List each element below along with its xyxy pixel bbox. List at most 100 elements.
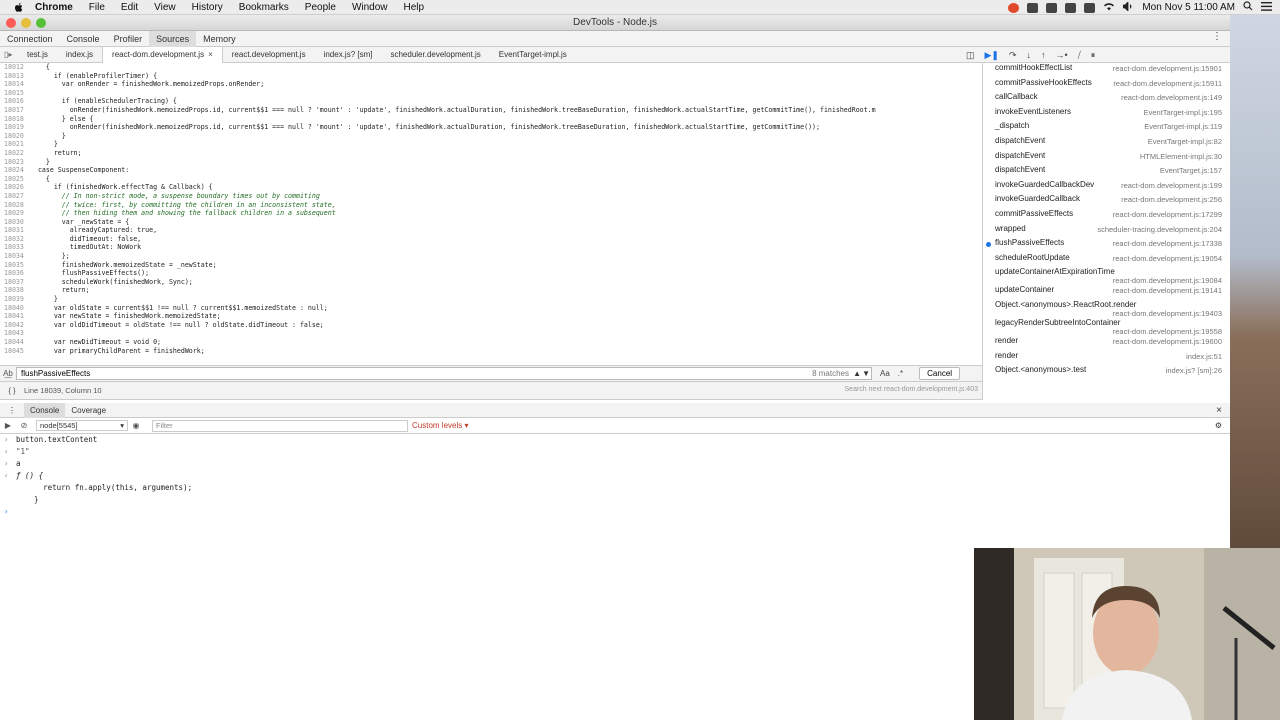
menu-view[interactable]: View [154, 2, 176, 13]
call-frame[interactable]: render react-dom.development.js:19600 [983, 336, 1230, 351]
call-frame[interactable]: callCallback react-dom.development.js:149 [983, 92, 1230, 107]
line-number[interactable]: 18016 [0, 97, 30, 106]
file-tab[interactable]: scheduler.development.js [381, 50, 489, 59]
line-number[interactable]: 18043 [0, 329, 30, 338]
line-number[interactable]: 18033 [0, 243, 30, 252]
line-number[interactable]: 18039 [0, 295, 30, 304]
line-number[interactable]: 18022 [0, 149, 30, 158]
close-window-button[interactable] [6, 18, 16, 28]
frame-location[interactable]: EventTarget-impl.js:82 [1148, 137, 1222, 146]
line-number[interactable]: 18041 [0, 312, 30, 321]
navigator-toggle-icon[interactable]: ▯▸ [4, 50, 18, 59]
frame-location[interactable]: react-dom.development.js:256 [1121, 195, 1222, 204]
file-tab[interactable]: index.js [57, 50, 102, 59]
call-frame[interactable]: Object.<anonymous>.ReactRoot.render react… [983, 300, 1230, 318]
step-icon[interactable]: →• [1056, 50, 1068, 60]
menu-window[interactable]: Window [352, 2, 388, 13]
frame-location[interactable]: react-dom.development.js:19141 [1113, 286, 1222, 295]
menu-people[interactable]: People [305, 2, 336, 13]
frame-location[interactable]: react-dom.development.js:19600 [1113, 337, 1222, 346]
line-number[interactable]: 18020 [0, 132, 30, 141]
call-frame[interactable]: render index.js:51 [983, 351, 1230, 366]
line-number[interactable]: 18034 [0, 252, 30, 261]
tab-console[interactable]: Console [60, 31, 107, 47]
menu-help[interactable]: Help [404, 2, 425, 13]
line-number[interactable]: 18042 [0, 321, 30, 330]
line-number[interactable]: 18012 [0, 63, 30, 72]
deactivate-breakpoints-icon[interactable]: ⧸ [1078, 50, 1081, 61]
line-number[interactable]: 18015 [0, 89, 30, 98]
call-frame[interactable]: wrapped scheduler-tracing.development.js:… [983, 224, 1230, 239]
frame-location[interactable]: EventTarget.js:157 [1160, 166, 1222, 175]
file-tab[interactable]: EventTarget-impl.js [490, 50, 576, 59]
window-titlebar[interactable]: DevTools - Node.js [0, 15, 1230, 31]
frame-location[interactable]: react-dom.development.js:15911 [1113, 79, 1222, 88]
apple-icon[interactable] [13, 1, 25, 13]
line-number[interactable]: 18035 [0, 261, 30, 270]
clock[interactable]: Mon Nov 5 11:00 AM [1142, 2, 1235, 13]
line-number[interactable]: 18026 [0, 183, 30, 192]
frame-location[interactable]: EventTarget-impl.js:119 [1144, 122, 1222, 131]
file-tab[interactable]: index.js? [sm] [315, 50, 382, 59]
line-number[interactable]: 18037 [0, 278, 30, 287]
frame-location[interactable]: react-dom.development.js:17299 [1113, 210, 1222, 219]
console-sidebar-icon[interactable]: ▶ [0, 421, 16, 430]
menu-edit[interactable]: Edit [121, 2, 138, 13]
line-number[interactable]: 18038 [0, 286, 30, 295]
call-frame[interactable]: scheduleRootUpdate react-dom.development.… [983, 253, 1230, 268]
line-number[interactable]: 18019 [0, 123, 30, 132]
close-tab-icon[interactable]: × [208, 50, 213, 59]
menu-history[interactable]: History [192, 2, 223, 13]
line-number[interactable]: 18028 [0, 201, 30, 210]
frame-location[interactable]: react-dom.development.js:19403 [995, 309, 1226, 318]
call-frame[interactable]: dispatchEvent HTMLElement-impl.js:30 [983, 151, 1230, 166]
step-over-icon[interactable]: ↷ [1009, 50, 1017, 61]
line-number[interactable]: 18013 [0, 72, 30, 81]
call-frame[interactable]: commitPassiveEffects react-dom.developmen… [983, 209, 1230, 224]
wifi-icon[interactable] [1103, 2, 1115, 14]
frame-location[interactable]: index.js? [sm]:26 [1166, 366, 1222, 375]
line-number[interactable]: 18017 [0, 106, 30, 115]
line-number[interactable]: 18030 [0, 218, 30, 227]
call-frame[interactable]: _dispatch EventTarget-impl.js:119 [983, 121, 1230, 136]
call-frame[interactable]: invokeEventListeners EventTarget-impl.js:… [983, 107, 1230, 122]
call-frame[interactable]: dispatchEvent EventTarget.js:157 [983, 165, 1230, 180]
drawer-tab-console[interactable]: Console [24, 402, 66, 418]
menu-file[interactable]: File [89, 2, 105, 13]
pause-on-exceptions-icon[interactable]: ⏸ [1091, 50, 1096, 61]
line-number[interactable]: 18040 [0, 304, 30, 313]
line-number[interactable]: 18024 [0, 166, 30, 175]
frame-location[interactable]: scheduler-tracing.development.js:204 [1097, 225, 1222, 234]
pretty-print-icon[interactable]: { } [0, 386, 24, 395]
call-frame[interactable]: commitPassiveHookEffects react-dom.develo… [983, 78, 1230, 93]
match-case-button[interactable]: Aa [880, 369, 890, 378]
call-frame[interactable]: commitHookEffectList react-dom.developmen… [983, 63, 1230, 78]
line-number[interactable]: 18023 [0, 158, 30, 167]
tray-app-icon[interactable] [1027, 2, 1039, 13]
call-frame[interactable]: invokeGuardedCallbackDev react-dom.develo… [983, 180, 1230, 195]
line-number[interactable]: 18029 [0, 209, 30, 218]
cancel-search-button[interactable]: Cancel [919, 367, 961, 380]
line-number[interactable]: 18018 [0, 115, 30, 124]
replace-toggle-icon[interactable]: A͟b [0, 369, 16, 378]
regex-button[interactable]: .* [898, 369, 903, 378]
menu-app-name[interactable]: Chrome [35, 2, 73, 13]
drawer-menu-icon[interactable]: ⋮ [0, 406, 24, 415]
clear-console-icon[interactable]: ⊘ [16, 421, 32, 430]
code-editor[interactable]: 18012 {18013 if (enableProfilerTimer) {1… [0, 63, 982, 365]
call-frame[interactable]: flushPassiveEffects react-dom.development… [983, 238, 1230, 253]
tab-connection[interactable]: Connection [0, 31, 60, 47]
sidebar-toggle-icon[interactable]: ◫ [966, 50, 975, 61]
frame-location[interactable]: react-dom.development.js:199 [1121, 181, 1222, 190]
call-frame[interactable]: updateContainerAtExpirationTime react-dom… [983, 267, 1230, 285]
record-icon[interactable] [1008, 2, 1020, 13]
frame-location[interactable]: react-dom.development.js:15901 [1113, 64, 1222, 73]
frame-location[interactable]: react-dom.development.js:149 [1121, 93, 1222, 102]
console-prompt[interactable]: › [0, 506, 1230, 518]
next-match-icon[interactable]: ▼ [862, 369, 870, 378]
bluetooth-icon[interactable] [1084, 2, 1096, 13]
call-frame[interactable]: Object.<anonymous>.test index.js? [sm]:26 [983, 365, 1230, 380]
call-frame[interactable]: updateContainer react-dom.development.js:… [983, 285, 1230, 300]
line-number[interactable]: 18031 [0, 226, 30, 235]
frame-location[interactable]: index.js:51 [1186, 352, 1222, 361]
